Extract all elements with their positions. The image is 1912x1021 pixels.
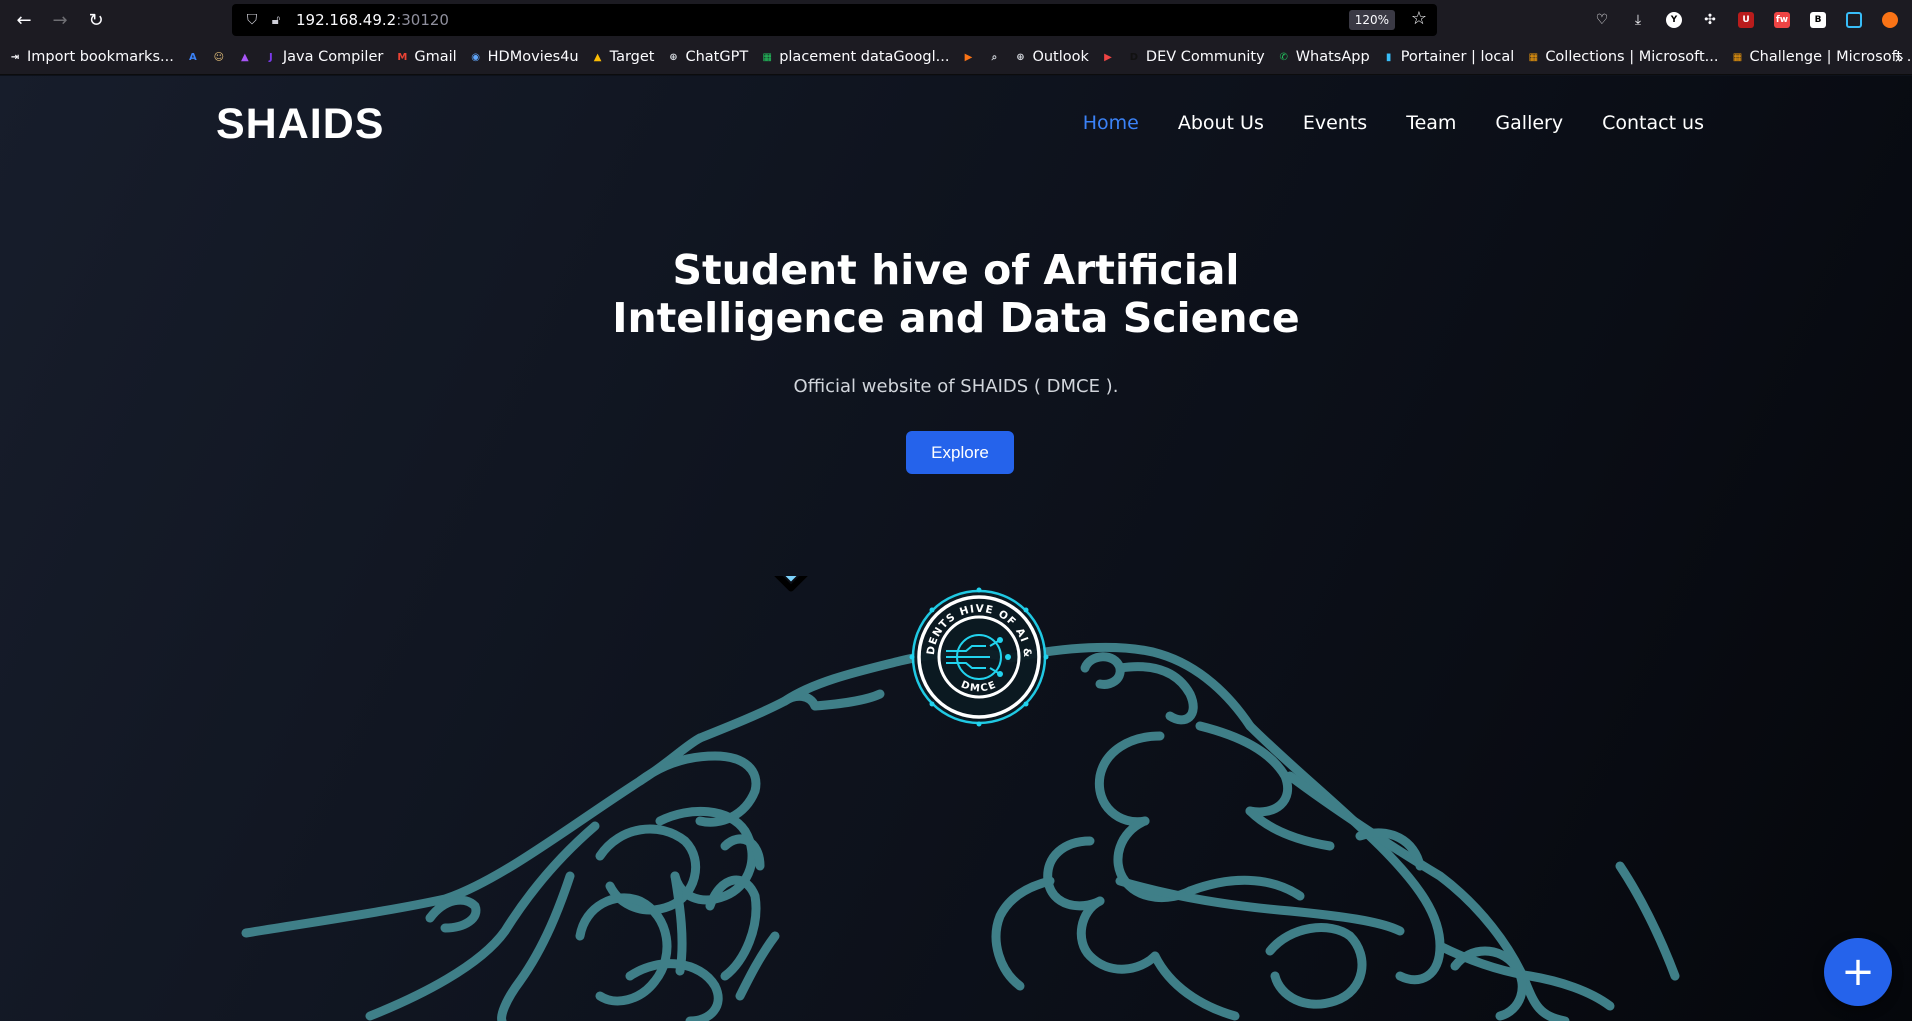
bookmark-item[interactable]: ▲ — [238, 50, 252, 64]
bookmark-label: Portainer | local — [1400, 49, 1515, 65]
shield-icon[interactable]: ⛉ — [240, 12, 264, 28]
bookmark-label: HDMovies4u — [487, 49, 579, 65]
bookmark-item[interactable]: ✆ WhatsApp — [1277, 49, 1370, 65]
bookmark-item[interactable]: ▲ Target — [591, 49, 655, 65]
page-content: SHAIDS Home About Us Events Team Gallery… — [0, 76, 1912, 1021]
bookmark-item[interactable]: ⊕ Outlook — [1013, 49, 1089, 65]
extensions-toolbar: ♡ ⤓ Y ✣ U fw B — [1588, 0, 1904, 40]
browser-toolbar: ← → ↻ ⛉ 🔓︎ 192.168.49.2:30120 120% ☆ ♡ ⤓… — [0, 0, 1912, 40]
java-icon: J — [268, 51, 273, 63]
drive-icon: ▲ — [593, 51, 602, 63]
rocket-icon: ▲ — [240, 51, 249, 63]
downloads-icon[interactable]: ⤓ — [1624, 6, 1652, 34]
nav-home[interactable]: Home — [1083, 112, 1139, 134]
extensions-icon[interactable]: ✣ — [1696, 6, 1724, 34]
bookmark-label: DEV Community — [1145, 49, 1265, 65]
play-icon: ▶ — [964, 51, 973, 63]
search-doc-icon: ⌕ — [991, 51, 998, 63]
hero-title-line-2: Intelligence and Data Science — [612, 294, 1300, 342]
globe-icon: ⊕ — [669, 51, 678, 63]
nav-contact-us[interactable]: Contact us — [1602, 112, 1704, 134]
hero-title: Student hive of Artificial Intelligence … — [0, 246, 1912, 342]
main-nav: Home About Us Events Team Gallery Contac… — [1083, 112, 1704, 134]
bookmark-label: ChatGPT — [685, 49, 749, 65]
nav-gallery[interactable]: Gallery — [1495, 112, 1563, 134]
nav-events[interactable]: Events — [1303, 112, 1367, 134]
youtube-icon: ▶ — [1104, 51, 1112, 63]
nav-about-us[interactable]: About Us — [1178, 112, 1264, 134]
robot-hand-line-art — [991, 642, 1680, 1021]
bookmark-label: Collections | Microsoft... — [1545, 49, 1719, 65]
bookmark-item[interactable]: ☺ — [212, 50, 226, 64]
bookmark-label: Outlook — [1032, 49, 1089, 65]
bookmark-item[interactable]: A — [186, 50, 200, 64]
y-extension-icon[interactable]: Y — [1660, 6, 1688, 34]
globe-icon: ⊕ — [1016, 51, 1025, 63]
bookmark-item[interactable]: ▶ — [961, 50, 975, 64]
zoom-level-badge[interactable]: 120% — [1348, 10, 1395, 30]
bookmark-label: Java Compiler — [282, 49, 384, 65]
bookmark-label: Challenge | Microsoft ... — [1749, 49, 1912, 65]
bookmark-item[interactable]: ◉ HDMovies4u — [469, 49, 579, 65]
bookmarks-bar: ⇥ Import bookmarks... A ☺ ▲ J Java Compiler M Gm… — [0, 40, 1912, 75]
insecure-lock-icon[interactable]: 🔓︎ — [264, 13, 288, 28]
bookmarks-overflow-icon[interactable]: » — [1894, 48, 1904, 67]
bookmark-item[interactable]: J Java Compiler — [264, 49, 384, 65]
sheets-icon: ▦ — [762, 51, 772, 63]
dev-icon: D — [1129, 51, 1139, 63]
bookmark-star-icon[interactable]: ☆ — [1411, 8, 1427, 29]
microsoft-icon: ▦ — [1732, 51, 1743, 63]
bookmark-item[interactable]: M Gmail — [395, 49, 456, 65]
url-host: 192.168.49.2 — [296, 11, 397, 29]
url-port: :30120 — [396, 11, 449, 29]
nav-team[interactable]: Team — [1406, 112, 1456, 134]
club-badge-emblem: STUDENTS HIVE OF AI & DS DMCE — [908, 586, 1049, 727]
portainer-icon: ▮ — [1385, 51, 1392, 63]
floating-add-button[interactable]: + — [1824, 938, 1892, 1006]
back-icon[interactable]: ← — [6, 2, 42, 38]
bookmark-item[interactable]: ▮ Portainer | local — [1382, 49, 1515, 65]
whatsapp-icon: ✆ — [1279, 51, 1288, 63]
hero-subtitle: Official website of SHAIDS ( DMCE ). — [793, 376, 1119, 397]
bookmark-label: Gmail — [414, 49, 457, 65]
bookmark-label: placement dataGoogl... — [779, 49, 950, 65]
human-hand-line-art — [241, 648, 1015, 1021]
screenshot-icon[interactable] — [1840, 6, 1868, 34]
azure-icon: A — [188, 51, 197, 63]
microsoft-icon: ▦ — [1528, 51, 1539, 63]
fwk-extension-icon[interactable]: fw — [1768, 6, 1796, 34]
duckduckgo-icon[interactable] — [1876, 6, 1904, 34]
site-logo[interactable]: SHAIDS — [216, 100, 384, 149]
bookmark-item[interactable]: ⊕ ChatGPT — [666, 49, 748, 65]
bookmark-item[interactable]: ⌕ — [987, 50, 1001, 64]
bookmark-item[interactable]: ▦ placement dataGoogl... — [760, 49, 949, 65]
hero-title-line-1: Student hive of Artificial — [672, 246, 1240, 294]
bookmark-label: WhatsApp — [1295, 49, 1370, 65]
gmail-icon: M — [397, 51, 408, 63]
pocket-icon[interactable]: ♡ — [1588, 6, 1616, 34]
b-extension-icon[interactable]: B — [1804, 6, 1832, 34]
bookmark-item[interactable]: ⇥ Import bookmarks... — [8, 49, 174, 65]
import-icon: ⇥ — [10, 51, 20, 63]
bookmark-item[interactable]: ▶ — [1101, 50, 1115, 64]
avatar-icon: ☺ — [213, 51, 225, 63]
reload-icon[interactable]: ↻ — [78, 2, 114, 38]
url-bar[interactable]: ⛉ 🔓︎ 192.168.49.2:30120 120% ☆ — [232, 4, 1437, 36]
bookmark-item[interactable]: ▦ Challenge | Microsoft ... — [1731, 49, 1912, 65]
bookmark-item[interactable]: D DEV Community — [1127, 49, 1265, 65]
hdmovies-icon: ◉ — [471, 51, 481, 63]
bookmark-item[interactable]: ▦ Collections | Microsoft... — [1526, 49, 1719, 65]
explore-button[interactable]: Explore — [906, 431, 1014, 474]
bookmark-label: Target — [609, 49, 655, 65]
ublock-icon[interactable]: U — [1732, 6, 1760, 34]
bookmark-label: Import bookmarks... — [27, 49, 174, 65]
forward-icon[interactable]: → — [42, 2, 78, 38]
